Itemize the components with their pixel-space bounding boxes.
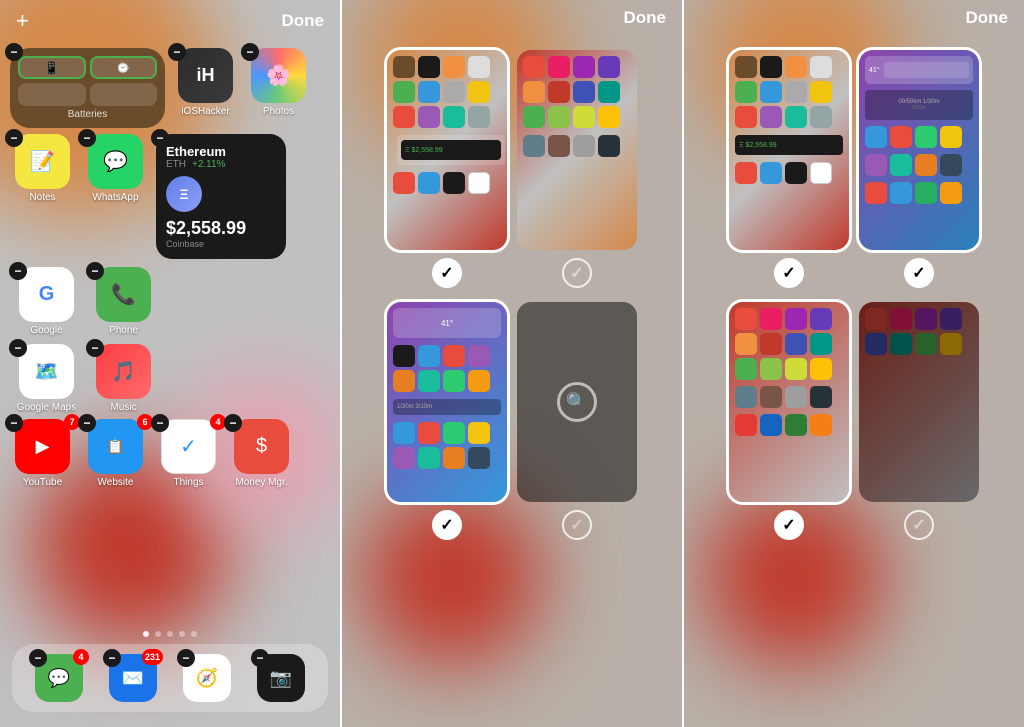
app-money-mgr[interactable]: − $ Money Mgr.	[229, 419, 294, 488]
check-3[interactable]: ✓	[432, 510, 462, 540]
panel-3: Done	[684, 0, 1024, 727]
panel3-check-4[interactable]: ✓	[904, 510, 934, 540]
panel3-page-4[interactable]: ✓	[859, 302, 979, 544]
batteries-label: Batteries	[18, 109, 157, 120]
dock-mail[interactable]: − 231 ✉️	[108, 654, 158, 702]
done-button-1[interactable]: Done	[282, 11, 325, 31]
remove-badge[interactable]: −	[103, 649, 121, 667]
app-photos[interactable]: − 🌸 Photos	[246, 48, 311, 117]
done-button-3[interactable]: Done	[966, 8, 1009, 28]
app-website[interactable]: − 6 📋 Website	[83, 419, 148, 488]
remove-badge[interactable]: −	[151, 414, 169, 432]
app-ioshacker[interactable]: − iH iOSHacker	[173, 48, 238, 117]
check-1[interactable]: ✓	[432, 258, 462, 288]
dot-4	[179, 631, 185, 637]
page-4-gray[interactable]: 🔍	[517, 302, 637, 502]
bottom-pages-row: 41°	[387, 302, 637, 544]
home-content: − 📱 ⌚ Batteries − iH	[0, 40, 340, 727]
remove-badge[interactable]: −	[5, 414, 23, 432]
remove-badge[interactable]: −	[86, 339, 104, 357]
panel-2: Done	[342, 0, 682, 727]
panel3-page-1[interactable]: Ξ $2,558.99 ✓	[729, 50, 849, 292]
remove-badge[interactable]: −	[168, 43, 186, 61]
eth-label: Coinbase	[166, 239, 276, 249]
remove-badge[interactable]: −	[5, 43, 23, 61]
panel3-check-3[interactable]: ✓	[774, 510, 804, 540]
remove-badge[interactable]: −	[241, 43, 259, 61]
page-thumb-1[interactable]: Ξ $2,558.99 ✓	[387, 50, 507, 292]
remove-badge[interactable]: −	[86, 262, 104, 280]
remove-badge[interactable]: −	[151, 129, 169, 147]
check-2[interactable]: ✓	[562, 258, 592, 288]
panel3-thumb-4[interactable]	[859, 302, 979, 502]
app-youtube[interactable]: − 7 ▶ YouTube	[10, 419, 75, 488]
eth-title: Ethereum	[166, 144, 226, 159]
dock-messages[interactable]: − 4 💬	[34, 654, 84, 702]
battery-cell-4	[90, 83, 158, 106]
page-1-thumb[interactable]: Ξ $2,558.99	[387, 50, 507, 250]
panel3-top-row: Ξ $2,558.99 ✓	[729, 50, 979, 292]
panel3-page-2[interactable]: 41° 00/50km 1/30m 3/10m	[859, 50, 979, 292]
eth-change: +2.11%	[192, 159, 225, 170]
panel3-top-bar: Done	[684, 8, 1024, 28]
remove-badge[interactable]: −	[224, 414, 242, 432]
battery-cell-2: ⌚	[90, 56, 158, 79]
page-2-thumb[interactable]	[517, 50, 637, 250]
battery-cell-3	[18, 83, 86, 106]
dock-safari[interactable]: − 🧭	[182, 654, 232, 702]
app-google-maps[interactable]: − 🗺️ Google Maps	[14, 344, 79, 413]
dot-1	[143, 631, 149, 637]
dot-5	[191, 631, 197, 637]
remove-badge[interactable]: −	[78, 414, 96, 432]
magnify-icon: 🔍	[557, 382, 597, 422]
page-switcher-2: Ξ $2,558.99 ✓	[342, 40, 682, 727]
eth-sub: ETH	[166, 159, 186, 170]
panel3-thumb-1[interactable]: Ξ $2,558.99	[729, 50, 849, 250]
remove-badge[interactable]: −	[9, 262, 27, 280]
panel3-page-3[interactable]: ✓	[729, 302, 849, 544]
remove-badge[interactable]: −	[5, 129, 23, 147]
eth-widget[interactable]: − Ethereum ETH +2.11% Ξ $2,558.99 Coinba…	[156, 134, 286, 259]
add-button[interactable]: +	[16, 8, 29, 34]
mail-badge: 231	[142, 649, 163, 665]
page-thumb-3[interactable]: 41°	[387, 302, 507, 544]
battery-cell-1: 📱	[18, 56, 86, 79]
panel2-top-bar: Done	[342, 8, 682, 28]
panel3-bottom-row: ✓	[729, 302, 979, 544]
page-thumb-2[interactable]: ✓	[517, 50, 637, 292]
check-4[interactable]: ✓	[562, 510, 592, 540]
eth-price: $2,558.99	[166, 218, 276, 239]
top-pages-row: Ξ $2,558.99 ✓	[387, 50, 637, 292]
remove-badge[interactable]: −	[251, 649, 269, 667]
app-phone[interactable]: − 📞 Phone	[91, 267, 156, 336]
page-thumb-4[interactable]: 🔍 ✓	[517, 302, 637, 544]
eth-logo: Ξ	[166, 176, 202, 212]
page-3-thumb[interactable]: 41°	[387, 302, 507, 502]
dot-3	[167, 631, 173, 637]
panel3-check-1[interactable]: ✓	[774, 258, 804, 288]
app-google[interactable]: − G Google	[14, 267, 79, 336]
page-dots	[0, 631, 340, 637]
remove-badge[interactable]: −	[78, 129, 96, 147]
panel3-thumb-2[interactable]: 41° 00/50km 1/30m 3/10m	[859, 50, 979, 250]
remove-badge[interactable]: −	[177, 649, 195, 667]
page-switcher-3: Ξ $2,558.99 ✓	[684, 40, 1024, 727]
panel3-check-2[interactable]: ✓	[904, 258, 934, 288]
done-button-2[interactable]: Done	[624, 8, 667, 28]
messages-badge: 4	[73, 649, 89, 665]
app-music[interactable]: − 🎵 Music	[91, 344, 156, 413]
app-notes[interactable]: − 📝 Notes	[10, 134, 75, 203]
panel1-top-bar: + Done	[0, 8, 340, 34]
app-things[interactable]: − 4 ✓ Things	[156, 419, 221, 488]
app-whatsapp[interactable]: − 💬 WhatsApp	[83, 134, 148, 203]
dock: − 4 💬 − 231 ✉️ − 🧭 −	[12, 644, 328, 712]
dot-2	[155, 631, 161, 637]
panel3-thumb-3[interactable]	[729, 302, 849, 502]
panel-1: + Done − 📱 ⌚ Batteries	[0, 0, 340, 727]
batteries-widget[interactable]: − 📱 ⌚ Batteries	[10, 48, 165, 128]
remove-badge[interactable]: −	[9, 339, 27, 357]
remove-badge[interactable]: −	[29, 649, 47, 667]
dock-camera[interactable]: − 📷	[256, 654, 306, 702]
